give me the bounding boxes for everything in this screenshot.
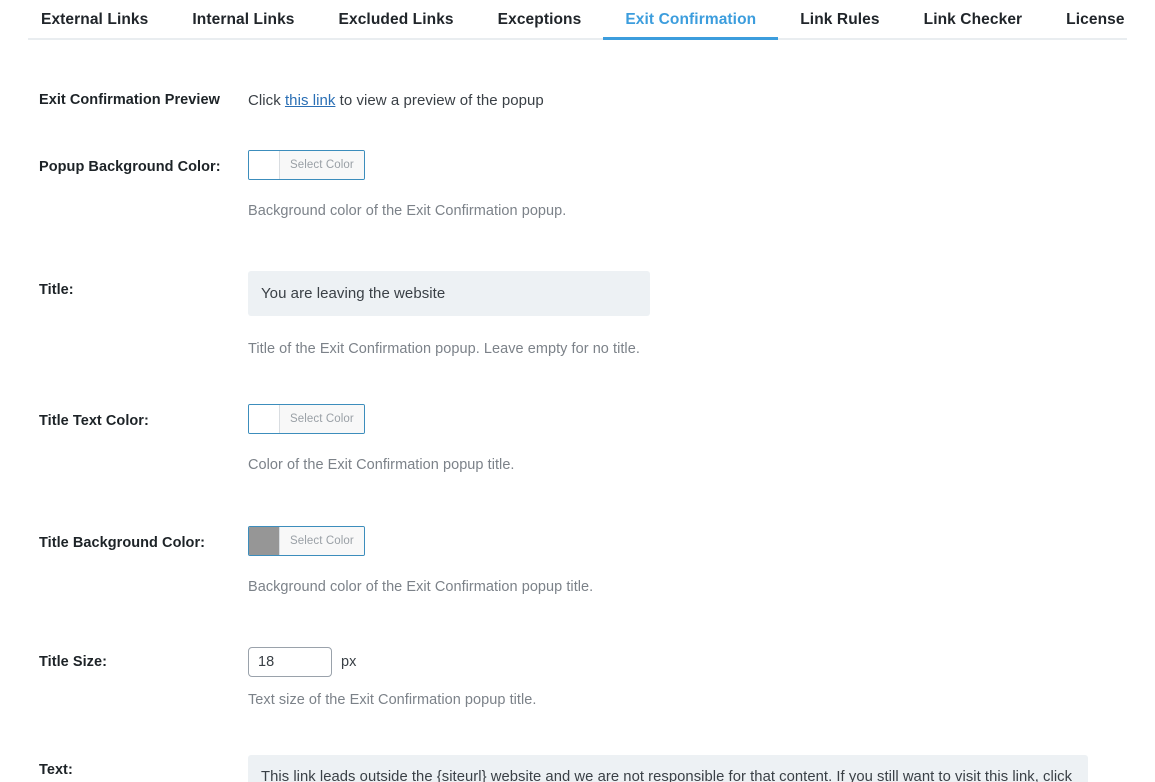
popup-background-color-swatch [249,151,280,179]
field-text: This link leads outside the {siteurl} we… [248,755,1127,782]
desc-title-background-color: Background color of the Exit Confirmatio… [248,577,1099,597]
title-size-input[interactable] [248,647,332,677]
settings-tab-bar: External Links Internal Links Excluded L… [28,0,1127,40]
tab-external-links[interactable]: External Links [28,12,170,39]
title-background-color-picker[interactable]: Select Color [248,526,365,556]
label-exit-confirmation-preview: Exit Confirmation Preview [28,92,248,108]
title-size-control: px [248,647,1099,677]
title-background-select-color-label: Select Color [280,527,364,555]
tab-license[interactable]: License [1044,12,1146,39]
popup-text-textarea[interactable]: This link leads outside the {siteurl} we… [248,755,1088,782]
field-title-background-color: Select Color Background color of the Exi… [248,526,1127,597]
popup-background-color-picker[interactable]: Select Color [248,150,365,180]
row-title-text-color: Title Text Color: Select Color Color of … [28,404,1127,475]
field-title-size: px Text size of the Exit Confirmation po… [248,647,1127,710]
tab-link-checker[interactable]: Link Checker [902,12,1045,39]
label-title-text-color: Title Text Color: [28,404,248,429]
desc-popup-background-color: Background color of the Exit Confirmatio… [248,201,1099,221]
row-title: Title: Title of the Exit Confirmation po… [28,271,1127,359]
tab-internal-links[interactable]: Internal Links [170,12,316,39]
title-text-color-picker[interactable]: Select Color [248,404,365,434]
title-background-color-swatch [249,527,280,555]
preview-text-before: Click [248,92,285,109]
field-exit-confirmation-preview: Click this link to view a preview of the… [248,92,1127,109]
row-title-size: Title Size: px Text size of the Exit Con… [28,647,1127,710]
label-text: Text: [28,755,248,778]
label-title: Title: [28,271,248,298]
row-popup-background-color: Popup Background Color: Select Color Bac… [28,150,1127,221]
exit-confirmation-settings-form: Exit Confirmation Preview Click this lin… [0,92,1155,782]
tab-link-rules[interactable]: Link Rules [778,12,901,39]
desc-title-text-color: Color of the Exit Confirmation popup tit… [248,455,1099,475]
field-popup-background-color: Select Color Background color of the Exi… [248,150,1127,221]
popup-background-select-color-label: Select Color [280,151,364,179]
title-size-unit: px [341,654,356,670]
preview-text-after: to view a preview of the popup [335,92,543,109]
label-popup-background-color: Popup Background Color: [28,150,248,175]
title-input[interactable] [248,271,650,316]
label-title-size: Title Size: [28,647,248,670]
row-title-background-color: Title Background Color: Select Color Bac… [28,526,1127,597]
tab-excluded-links[interactable]: Excluded Links [317,12,476,39]
tab-support[interactable]: Support [1147,12,1155,39]
row-text: Text: This link leads outside the {siteu… [28,755,1127,782]
title-text-color-swatch [249,405,280,433]
label-title-background-color: Title Background Color: [28,526,248,551]
field-title-text-color: Select Color Color of the Exit Confirmat… [248,404,1127,475]
desc-title-size: Text size of the Exit Confirmation popup… [248,690,1099,710]
row-exit-confirmation-preview: Exit Confirmation Preview Click this lin… [28,92,1127,109]
preview-popup-link[interactable]: this link [285,92,335,109]
tab-exit-confirmation[interactable]: Exit Confirmation [603,12,778,39]
tab-exceptions[interactable]: Exceptions [476,12,604,39]
desc-title: Title of the Exit Confirmation popup. Le… [248,339,1099,359]
field-title: Title of the Exit Confirmation popup. Le… [248,271,1127,359]
preview-sentence: Click this link to view a preview of the… [248,92,1099,109]
title-text-select-color-label: Select Color [280,405,364,433]
